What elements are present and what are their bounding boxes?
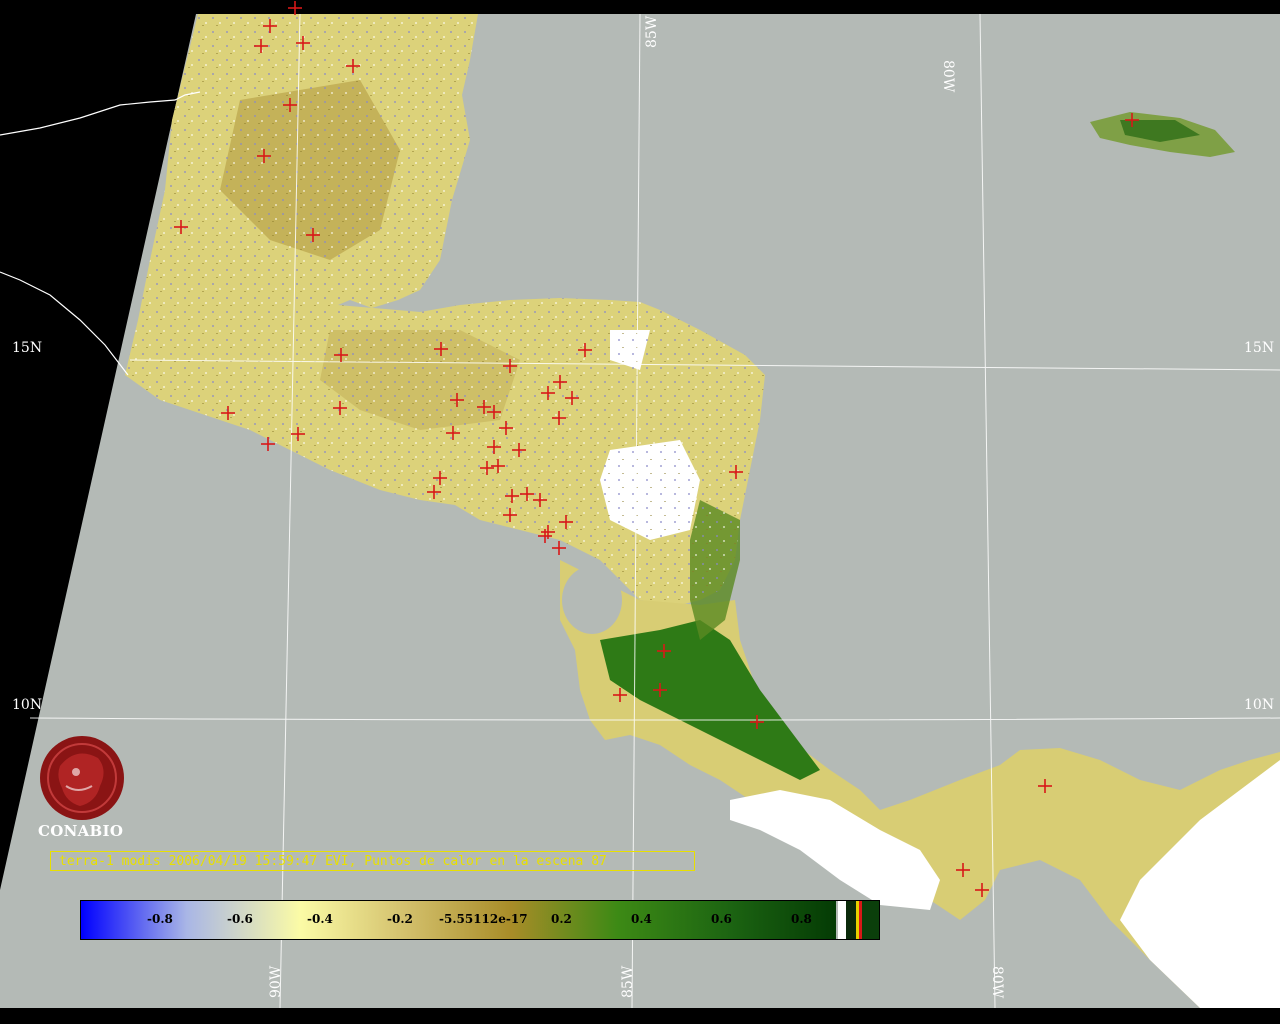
colorbar-tick-label: -0.4 <box>307 912 333 926</box>
colorbar-tick-label: -5.55112e-17 <box>439 912 528 926</box>
lat-label-10n-left: 10N <box>12 697 43 713</box>
colorbar-tick-label: 0.4 <box>631 912 652 926</box>
colorbar-tick-label: 0.8 <box>791 912 812 926</box>
colorbar-tick-label: -0.6 <box>227 912 253 926</box>
lat-label-15n-right: 15N <box>1244 340 1275 356</box>
colorbar-end-swatch <box>862 901 879 939</box>
lon-label-85w-bottom: 85W <box>620 965 636 998</box>
colorbar-tick-label: -0.2 <box>387 912 413 926</box>
lon-label-90w-bottom: 90W <box>268 965 284 998</box>
colorbar-tick-label: -0.8 <box>147 912 173 926</box>
lon-label-80w-bottom: 80W <box>989 966 1005 999</box>
colorbar-tick-label: 0.6 <box>711 912 732 926</box>
lat-label-15n-left: 15N <box>12 340 43 356</box>
lake-nicaragua <box>562 566 622 634</box>
scene-caption: terra-1 modis 2006/04/19 15:59:47 EVI, P… <box>50 851 695 871</box>
colorbar-tick-label: 0.2 <box>551 912 572 926</box>
evi-colorbar: -0.8 -0.6 -0.4 -0.2 -5.55112e-17 0.2 0.4… <box>80 900 880 940</box>
lon-label-85w-top: 85W <box>644 15 660 48</box>
conabio-logo-text: CONABIO <box>38 822 124 840</box>
colorbar-white-swatch <box>838 901 846 939</box>
lon-label-80w-top: 80W <box>940 60 956 93</box>
lat-label-10n-right: 10N <box>1244 697 1275 713</box>
colorbar-black-swatch <box>846 901 856 939</box>
